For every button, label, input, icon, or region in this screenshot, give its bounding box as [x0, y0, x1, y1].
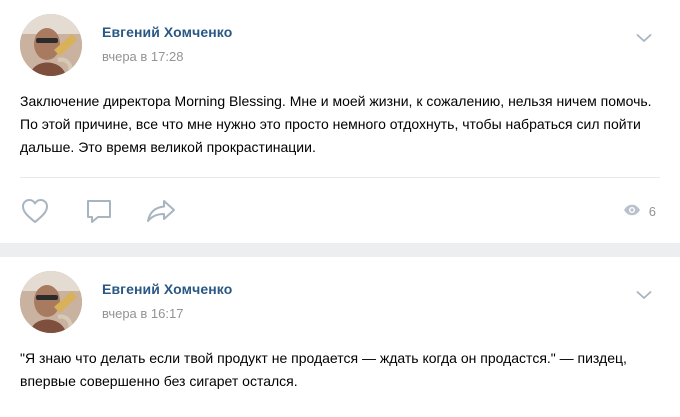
comment-icon: [84, 200, 114, 229]
views-counter: 6: [623, 202, 656, 220]
feed-gap: [0, 243, 680, 257]
feed-post: Евгений Хомченко вчера в 17:28 Заключени…: [0, 0, 680, 243]
post-author-link[interactable]: Евгений Хомченко: [102, 281, 232, 297]
chevron-down-icon[interactable]: [636, 30, 652, 42]
post-author-link[interactable]: Евгений Хомченко: [102, 24, 232, 40]
post-header: Евгений Хомченко вчера в 16:17: [20, 257, 660, 345]
avatar[interactable]: [20, 271, 82, 333]
news-feed: Евгений Хомченко вчера в 17:28 Заключени…: [0, 0, 680, 417]
heart-icon: [20, 199, 50, 229]
comment-button[interactable]: [84, 197, 114, 225]
like-button[interactable]: [20, 197, 50, 225]
eye-icon: [623, 204, 649, 219]
chevron-down-icon[interactable]: [636, 287, 652, 299]
share-button[interactable]: [146, 197, 176, 225]
post-actions-bar: 6: [20, 178, 660, 242]
post-text: "Я знаю что делать если твой продукт не …: [20, 350, 627, 389]
post-header: Евгений Хомченко вчера в 17:28: [20, 0, 660, 88]
post-text: Заключение директора Morning Blessing. М…: [20, 93, 652, 155]
views-count: 6: [648, 203, 656, 219]
avatar[interactable]: [20, 14, 82, 76]
share-icon: [146, 200, 176, 229]
post-date-link[interactable]: вчера в 17:28: [102, 49, 183, 64]
post-date-link[interactable]: вчера в 16:17: [102, 306, 183, 321]
feed-post: Евгений Хомченко вчера в 16:17 "Я знаю ч…: [0, 257, 680, 417]
